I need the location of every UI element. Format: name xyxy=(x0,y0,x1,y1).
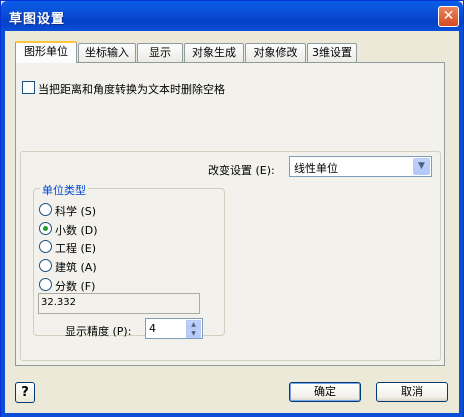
remove-spaces-label[interactable]: 当把距离和角度转换为文本时删除空格 xyxy=(38,81,225,97)
ok-button[interactable]: 确定 xyxy=(289,382,361,402)
drawing-settings-dialog: 草图设置 ✕ 图形单位 坐标输入 显示 对象生成 对象修改 3维设置 当把距离和… xyxy=(0,0,464,417)
tab-units[interactable]: 图形单位 xyxy=(15,41,77,63)
radio-label: 建筑 (A) xyxy=(55,261,97,274)
window-frame-left xyxy=(1,31,5,417)
tab-3d-settings[interactable]: 3维设置 xyxy=(307,43,357,62)
change-setting-value: 线性单位 xyxy=(294,162,338,175)
window-frame-right xyxy=(459,31,463,417)
tab-object-creation[interactable]: 对象生成 xyxy=(184,43,244,62)
cancel-button[interactable]: 取消 xyxy=(376,382,448,402)
radio-label: 小数 (D) xyxy=(55,224,98,237)
radio-button[interactable] xyxy=(39,278,52,291)
radio-label: 分数 (F) xyxy=(55,280,96,293)
radio-selected-dot xyxy=(43,226,48,231)
spin-up-icon[interactable]: ▲ xyxy=(186,320,201,329)
units-tab-panel: 当把距离和角度转换为文本时删除空格 改变设置 (E): 线性单位 ▼ 单位类型 … xyxy=(15,62,445,366)
dialog-title: 草图设置 xyxy=(9,12,66,27)
radio-button[interactable] xyxy=(39,203,52,216)
radio-button[interactable] xyxy=(39,222,52,235)
radio-button[interactable] xyxy=(39,259,52,272)
tab-object-modify[interactable]: 对象修改 xyxy=(245,43,306,62)
change-setting-select[interactable]: 线性单位 ▼ xyxy=(289,156,432,177)
tab-coordinate-input[interactable]: 坐标输入 xyxy=(78,43,136,62)
title-bar[interactable]: 草图设置 ✕ xyxy=(1,1,463,31)
remove-spaces-checkbox[interactable] xyxy=(22,81,35,94)
help-button[interactable]: ? xyxy=(15,382,35,403)
unit-sample-display: 32.332 xyxy=(38,293,200,314)
precision-value[interactable]: 4 xyxy=(149,322,156,335)
radio-label: 科学 (S) xyxy=(55,205,97,218)
change-setting-label: 改变设置 (E): xyxy=(208,164,275,177)
precision-spinner[interactable]: 4 ▲ ▼ xyxy=(145,318,203,339)
precision-label: 显示精度 (P): xyxy=(65,325,132,338)
unit-type-legend: 单位类型 xyxy=(40,182,88,198)
chevron-down-icon[interactable]: ▼ xyxy=(413,158,430,175)
radio-label: 工程 (E) xyxy=(55,242,97,255)
tab-display[interactable]: 显示 xyxy=(137,43,183,62)
close-button[interactable]: ✕ xyxy=(438,6,459,27)
spin-down-icon[interactable]: ▼ xyxy=(186,329,201,338)
close-icon: ✕ xyxy=(442,8,455,24)
window-frame-bottom xyxy=(1,413,463,417)
radio-button[interactable] xyxy=(39,240,52,253)
